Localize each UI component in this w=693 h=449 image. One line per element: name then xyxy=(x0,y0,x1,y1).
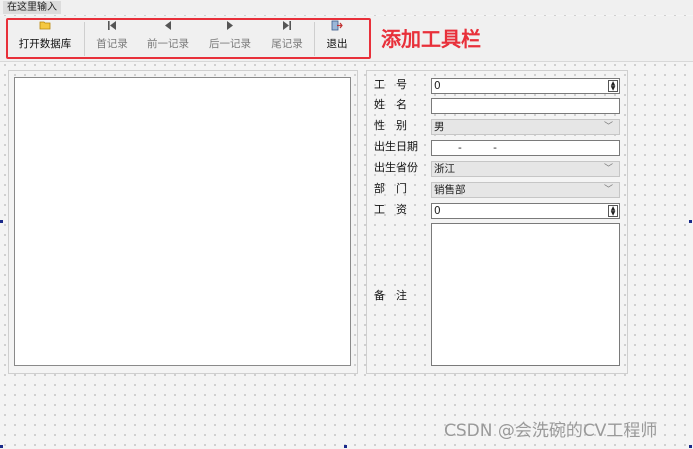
remarks-textarea[interactable] xyxy=(431,223,620,366)
gender-combobox[interactable]: 男 ﹀ xyxy=(431,119,620,135)
resize-handle[interactable] xyxy=(689,445,692,448)
birth-date-value: - - xyxy=(458,142,511,154)
department-label: 部 门 xyxy=(374,182,407,195)
resize-handle[interactable] xyxy=(689,220,692,223)
watermark: CSDN @会洗碗的CV工程师 xyxy=(444,421,658,441)
province-value: 浙江 xyxy=(434,163,455,175)
remarks-label: 备 注 xyxy=(374,289,407,302)
department-value: 销售部 xyxy=(434,184,466,196)
province-combobox[interactable]: 浙江 ﹀ xyxy=(431,161,620,177)
employee-id-label: 工 号 xyxy=(374,78,407,91)
province-label: 出生省份 xyxy=(374,161,418,174)
salary-spinbox[interactable]: 0 ▲ ▼ xyxy=(431,203,620,219)
resize-handle[interactable] xyxy=(344,445,347,448)
gender-value: 男 xyxy=(434,121,445,133)
menu-item-type-here[interactable]: 在这里输入 xyxy=(3,1,61,14)
chevron-down-icon: ﹀ xyxy=(603,185,613,195)
department-combobox[interactable]: 销售部 ﹀ xyxy=(431,182,620,198)
salary-value: 0 xyxy=(434,205,441,217)
chevron-down-icon: ﹀ xyxy=(603,122,613,132)
employee-id-value: 0 xyxy=(434,80,441,92)
salary-label: 工 资 xyxy=(374,203,407,216)
name-input[interactable] xyxy=(431,98,620,114)
spin-updown-icon[interactable]: ▲ ▼ xyxy=(608,205,618,217)
birth-date-input[interactable]: - - xyxy=(431,140,620,156)
resize-handle[interactable] xyxy=(0,445,3,448)
toolbar-highlight-box xyxy=(6,18,371,59)
birth-date-label: 出生日期 xyxy=(374,140,418,153)
chevron-down-icon: ﹀ xyxy=(603,164,613,174)
name-label: 姓 名 xyxy=(374,98,407,111)
spin-updown-icon[interactable]: ▲ ▼ xyxy=(608,80,618,92)
annotation-add-toolbar: 添加工具栏 xyxy=(381,27,481,51)
gender-label: 性 别 xyxy=(374,119,407,132)
employee-id-spinbox[interactable]: 0 ▲ ▼ xyxy=(431,78,620,94)
record-list-box[interactable] xyxy=(14,77,351,366)
resize-handle[interactable] xyxy=(0,220,3,223)
menu-bar: 在这里输入 xyxy=(0,0,693,15)
